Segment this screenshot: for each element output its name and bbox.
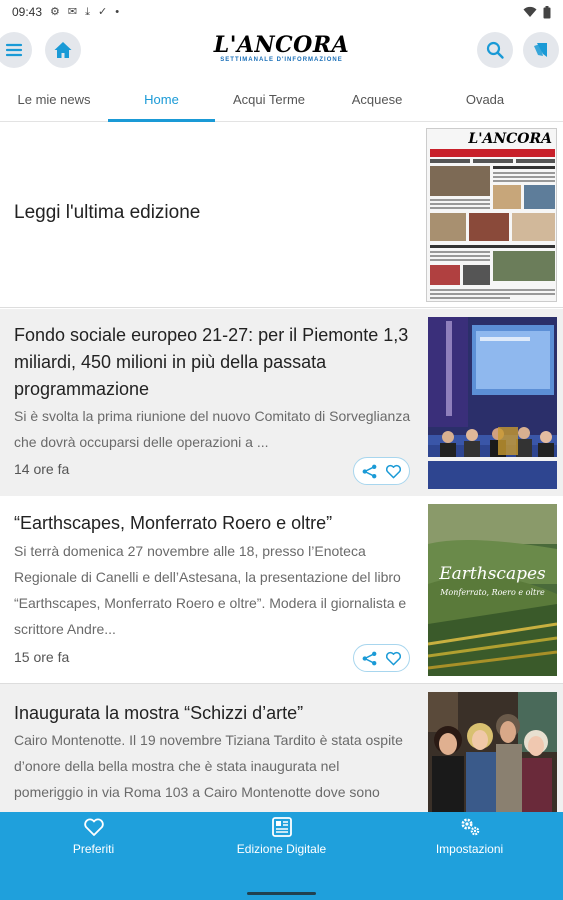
tab-ovada[interactable]: Ovada [431,76,539,122]
bookmark-icon [534,43,547,57]
nav-preferiti[interactable]: Preferiti [0,816,187,862]
article-thumbnail[interactable] [428,317,557,489]
nav-preferiti-label: Preferiti [72,842,115,856]
share-icon[interactable] [361,463,378,480]
heart-icon [83,818,104,836]
article-actions [353,644,410,672]
gesture-home-bar[interactable] [247,892,316,895]
article-title: Fondo sociale europeo 21-27: per il Piem… [14,325,409,399]
download-notification-icon: ⤓ [85,5,90,18]
newspaper-icon [271,817,292,837]
share-icon[interactable] [361,650,378,667]
edition-shop-button[interactable] [523,32,559,68]
book-cover-title: Earthscapes [439,564,546,584]
tab-acqui-terme[interactable]: Acqui Terme [215,76,323,122]
search-icon [486,41,504,59]
article-title: Inaugurata la mostra “Schizzi d’arte” [14,703,304,723]
latest-edition-label: Leggi l'ultima edizione [14,202,201,223]
search-button[interactable] [477,32,513,68]
status-bar: 09:43 ⚙ ✉ ⤓ ✓ • [0,0,563,24]
tab-acquese[interactable]: Acquese [323,76,431,122]
dot-notification-icon: • [115,5,120,18]
check-notification-icon: ✓ [98,5,108,18]
article-thumbnail[interactable]: Earthscapes Monferrato, Roero e oltre [428,504,557,676]
article-time: 14 ore fa [14,461,70,477]
wifi-icon [523,6,537,17]
article-actions [353,457,410,485]
article-card[interactable]: Inaugurata la mostra “Schizzi d’arte” Ca… [0,683,563,864]
book-cover-subtitle: Monferrato, Roero e oltre [440,588,545,597]
edition-cover-image[interactable]: L'ANCORA [426,128,557,302]
article-time: 15 ore fa [14,649,70,665]
edition-cover-layout [430,149,555,299]
article-card[interactable]: Fondo sociale europeo 21-27: per il Piem… [0,309,563,496]
nav-edizione-digitale-label: Edizione Digitale [236,842,327,856]
category-tabs: Le mie news Home Acqui Terme Acquese Ova… [0,76,563,122]
nav-impostazioni[interactable]: Impostazioni [376,816,563,862]
article-card[interactable]: “Earthscapes, Monferrato Roero e oltre” … [0,496,563,682]
favorite-heart-icon[interactable] [385,463,402,480]
edition-cover-masthead: L'ANCORA [468,131,552,147]
article-title: “Earthscapes, Monferrato Roero e oltre” [14,513,333,533]
bottom-navigation: Preferiti Edizione Digitale Impostazioni [0,812,563,900]
clock: 09:43 [12,5,43,19]
gears-icon [461,818,479,836]
favorite-heart-icon[interactable] [385,650,402,667]
tab-home[interactable]: Home [108,76,215,122]
mail-notification-icon: ✉ [67,5,78,18]
article-summary: Si è svolta la prima riunione del nuovo … [14,408,411,450]
battery-icon [543,5,551,18]
tab-le-mie-news[interactable]: Le mie news [0,76,108,122]
nav-edizione-digitale[interactable]: Edizione Digitale [188,816,375,862]
article-photo-conference [428,317,557,489]
settings-notification-icon: ⚙ [50,5,60,18]
nav-impostazioni-label: Impostazioni [435,842,504,856]
article-summary: Si terrà domenica 27 novembre alle 18, p… [14,543,407,637]
app-header: L'ANCORA SETTIMANALE D'INFORMAZIONE [0,24,563,76]
latest-edition-card[interactable]: Leggi l'ultima edizione L'ANCORA [0,122,563,308]
article-summary: Cairo Montenotte. Il 19 novembre Tiziana… [14,732,403,813]
